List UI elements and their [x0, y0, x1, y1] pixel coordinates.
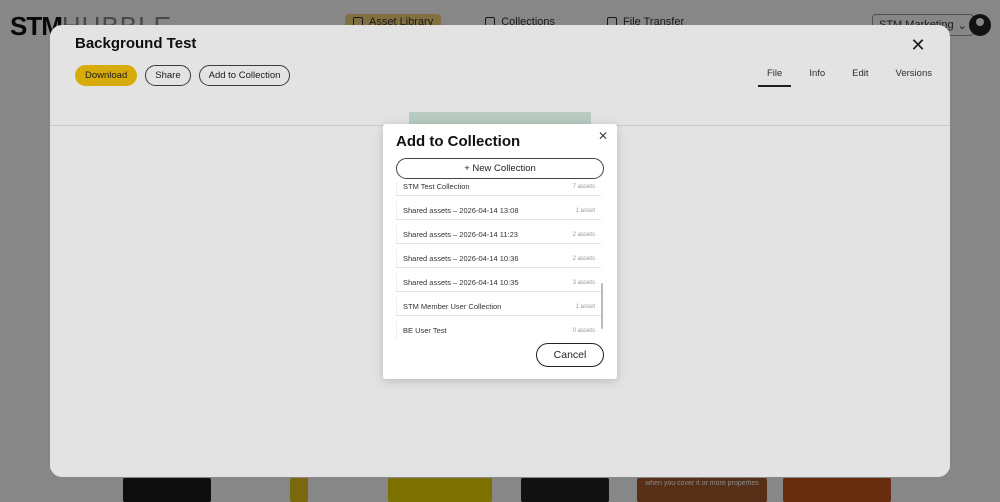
- collection-count: 3 assets: [572, 279, 595, 286]
- add-to-collection-modal: Add to Collection ✕ + New Collection STM…: [383, 124, 617, 379]
- cancel-button[interactable]: Cancel: [536, 343, 604, 367]
- collection-name: Shared assets – 2026-04-14 11:23: [403, 230, 518, 239]
- collection-count: 1 asset: [575, 207, 595, 214]
- list-scrollbar[interactable]: [601, 283, 603, 329]
- collection-item[interactable]: STM Member User Collection 1 asset: [396, 298, 601, 316]
- collection-name: Shared assets – 2026-04-14 10:36: [403, 254, 519, 263]
- new-collection-button[interactable]: + New Collection: [396, 158, 604, 179]
- collection-name: STM Member User Collection: [403, 302, 502, 311]
- collection-item[interactable]: Shared assets – 2026-04-14 13:08 1 asset: [396, 202, 601, 220]
- collection-count: 2 assets: [572, 255, 595, 262]
- close-icon[interactable]: ✕: [596, 129, 610, 143]
- collection-count: 1 asset: [575, 303, 595, 310]
- collection-item[interactable]: BE User Test 0 assets: [396, 322, 601, 338]
- collection-name: Shared assets – 2026-04-14 13:08: [403, 206, 519, 215]
- modal-title: Add to Collection: [396, 133, 521, 150]
- collection-item[interactable]: Shared assets – 2026-04-14 11:23 2 asset…: [396, 226, 601, 244]
- collection-name: Shared assets – 2026-04-14 10:35: [403, 278, 519, 287]
- collection-count: 7 assets: [572, 183, 595, 190]
- collection-item[interactable]: STM Test Collection 7 assets: [396, 182, 601, 196]
- collection-count: 2 assets: [572, 231, 595, 238]
- collection-name: STM Test Collection: [403, 182, 470, 191]
- collection-item[interactable]: Shared assets – 2026-04-14 10:36 2 asset…: [396, 250, 601, 268]
- collection-item[interactable]: Shared assets – 2026-04-14 10:35 3 asset…: [396, 274, 601, 292]
- collection-count: 0 assets: [572, 327, 595, 334]
- collection-name: BE User Test: [403, 326, 447, 335]
- collection-list[interactable]: STM Test Collection 7 assets Shared asse…: [396, 182, 604, 338]
